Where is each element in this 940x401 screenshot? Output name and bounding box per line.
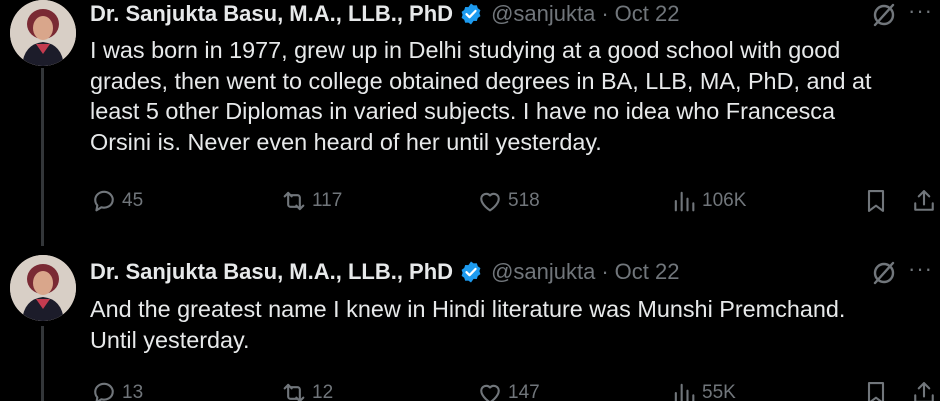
reply-count: 45	[122, 190, 144, 211]
author-handle[interactable]: @sanjukta	[491, 1, 595, 27]
reply-button[interactable]: 45	[90, 186, 143, 216]
view-count: 106K	[702, 190, 747, 211]
reply-button[interactable]: 13	[90, 378, 143, 401]
repost-icon	[283, 383, 305, 401]
like-count: 518	[508, 190, 540, 211]
like-count: 147	[508, 382, 540, 401]
repost-button[interactable]: 117	[280, 186, 342, 216]
tweet-actions: 13 12 147 55K	[90, 378, 940, 401]
avatar[interactable]	[10, 255, 76, 321]
thread-line	[41, 326, 44, 401]
thread-line	[41, 68, 44, 246]
tweet[interactable]: Dr. Sanjukta Basu, M.A., LLB., PhD @sanj…	[0, 0, 940, 250]
tweet-header: Dr. Sanjukta Basu, M.A., LLB., PhD @sanj…	[90, 257, 679, 287]
reply-icon	[94, 382, 114, 401]
repost-count: 117	[312, 190, 343, 211]
separator-dot: ·	[601, 259, 609, 284]
bookmark-button[interactable]	[862, 378, 894, 401]
repost-button[interactable]: 12	[280, 378, 333, 401]
share-icon	[914, 382, 934, 401]
more-options-icon[interactable]: ···	[908, 256, 936, 284]
grok-icon[interactable]	[870, 259, 898, 287]
separator-dot: ·	[601, 1, 609, 26]
verified-badge-icon	[459, 2, 483, 26]
views-button[interactable]: 55K	[670, 378, 736, 401]
tweet-date[interactable]: Oct 22	[615, 259, 680, 285]
avatar[interactable]	[10, 0, 76, 66]
grok-icon[interactable]	[870, 1, 898, 29]
bookmark-icon	[867, 382, 885, 401]
author-handle[interactable]: @sanjukta	[491, 259, 595, 285]
heart-icon	[480, 384, 500, 401]
more-options-icon[interactable]: ···	[908, 0, 936, 26]
like-button[interactable]: 518	[476, 186, 540, 216]
reply-count: 13	[122, 382, 144, 401]
bookmark-icon	[867, 190, 885, 212]
share-button[interactable]	[910, 186, 940, 216]
share-icon	[914, 190, 934, 211]
share-button[interactable]	[910, 378, 940, 401]
views-button[interactable]: 106K	[670, 186, 746, 216]
tweet-header: Dr. Sanjukta Basu, M.A., LLB., PhD @sanj…	[90, 0, 679, 29]
author-name[interactable]: Dr. Sanjukta Basu, M.A., LLB., PhD	[90, 1, 453, 27]
repost-count: 12	[312, 382, 334, 401]
verified-badge-icon	[459, 260, 483, 284]
bookmark-button[interactable]	[862, 186, 894, 216]
view-count: 55K	[702, 382, 736, 401]
reply-icon	[94, 190, 114, 212]
author-name[interactable]: Dr. Sanjukta Basu, M.A., LLB., PhD	[90, 259, 453, 285]
tweet-date[interactable]: Oct 22	[615, 1, 680, 27]
views-icon	[674, 191, 695, 212]
like-button[interactable]: 147	[476, 378, 540, 401]
tweet-text: I was born in 1977, grew up in Delhi stu…	[90, 37, 872, 155]
heart-icon	[480, 192, 500, 212]
views-icon	[674, 383, 695, 401]
tweet-text: And the greatest name I knew in Hindi li…	[90, 296, 846, 353]
repost-icon	[283, 191, 305, 211]
tweet[interactable]: Dr. Sanjukta Basu, M.A., LLB., PhD @sanj…	[0, 250, 940, 401]
tweet-actions: 45 117 518 106K	[90, 186, 940, 216]
